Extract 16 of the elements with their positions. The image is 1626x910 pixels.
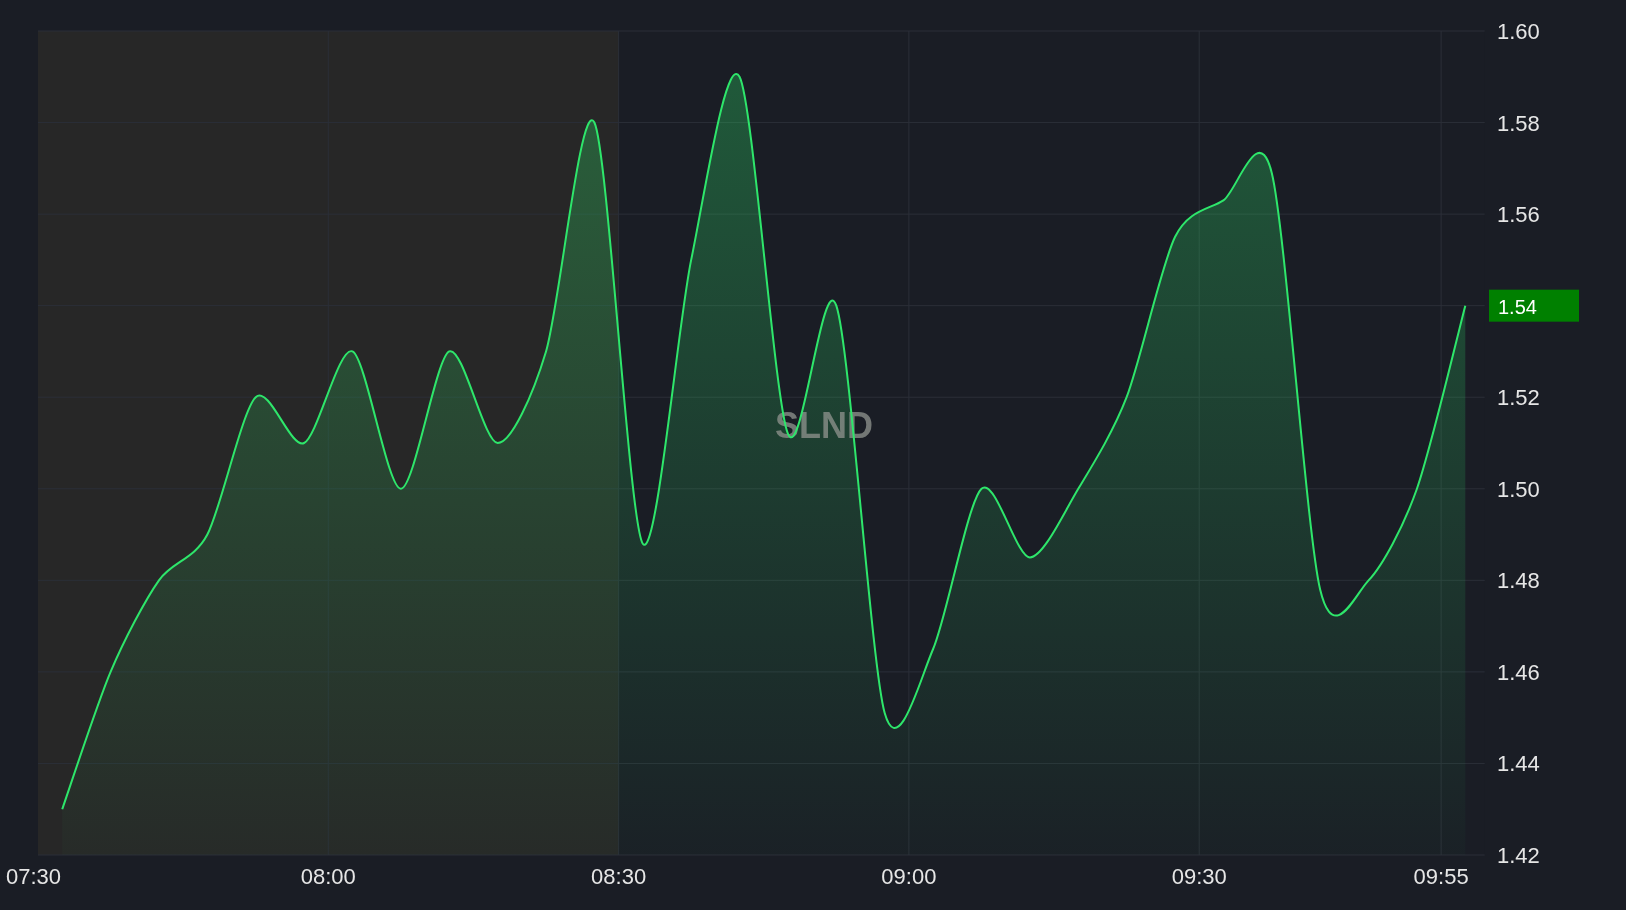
time-axis-label: 09:00 bbox=[881, 864, 937, 889]
price-axis-label: 1.60 bbox=[1497, 19, 1540, 44]
price-axis-label: 1.50 bbox=[1497, 476, 1540, 502]
time-axis-label: 09:55 bbox=[1413, 864, 1469, 889]
price-axis-label: 1.46 bbox=[1497, 659, 1540, 685]
time-axis-label: 08:30 bbox=[591, 864, 647, 889]
last-price-badge: 1.54 bbox=[1489, 289, 1579, 322]
price-axis-label: 1.52 bbox=[1497, 385, 1540, 411]
price-axis-label: 1.58 bbox=[1497, 110, 1540, 136]
price-axis-label: 1.44 bbox=[1497, 751, 1540, 777]
price-axis-label: 1.48 bbox=[1497, 568, 1540, 594]
price-axis-label: 1.42 bbox=[1497, 843, 1540, 868]
time-axis-label: 07:30 bbox=[6, 864, 62, 889]
time-axis-label: 08:00 bbox=[300, 864, 356, 889]
price-axis-label: 1.56 bbox=[1497, 202, 1540, 228]
time-axis-label: 09:30 bbox=[1171, 864, 1227, 889]
